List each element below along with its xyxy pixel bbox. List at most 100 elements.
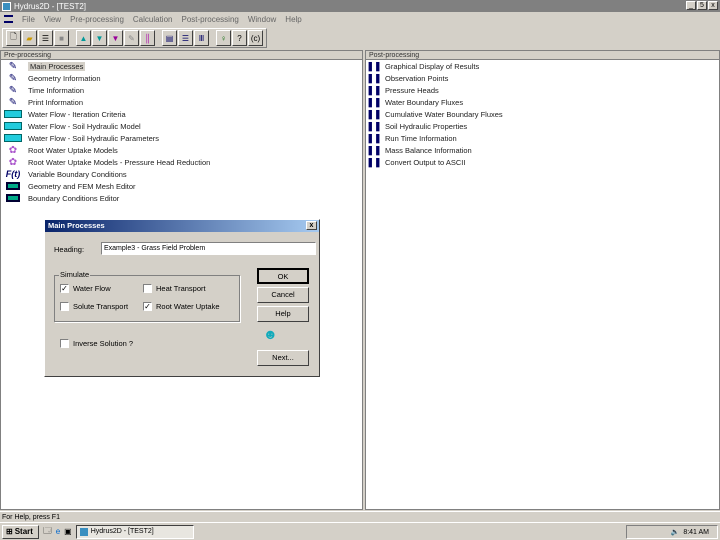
minimize-button[interactable]: _ xyxy=(686,1,696,10)
save-icon[interactable]: ■ xyxy=(54,30,69,46)
new-icon[interactable]: 🗋 xyxy=(6,30,21,46)
tile-horizontal-icon[interactable]: ☰ xyxy=(178,30,193,46)
results-icon[interactable]: ║ xyxy=(140,30,155,46)
pre-item-label: Water Flow - Iteration Criteria xyxy=(28,109,126,119)
pre-item-label: Main Processes xyxy=(28,61,86,71)
menu-bar: File View Pre-processing Calculation Pos… xyxy=(0,12,720,26)
pre-item[interactable]: Boundary Conditions Editor xyxy=(1,192,362,204)
post-item-label: Cumulative Water Boundary Fluxes xyxy=(385,109,503,119)
post-item[interactable]: ❚❚ Water Boundary Fluxes xyxy=(366,96,719,108)
pre-item-label: Variable Boundary Conditions xyxy=(28,169,127,179)
window-title: Hydrus2D - [TEST2] xyxy=(14,1,87,11)
desktop-icon[interactable]: 🗔 xyxy=(43,525,52,539)
water-icon xyxy=(3,109,23,119)
about-button[interactable]: (c) xyxy=(248,30,263,46)
heading-input[interactable]: Example3 - Grass Field Problem xyxy=(101,242,316,255)
results-icon: ❚❚ xyxy=(366,156,382,167)
inverse-solution-checkbox[interactable]: Inverse Solution ? xyxy=(60,339,133,348)
start-button[interactable]: ⊞ Start xyxy=(2,524,39,539)
post-item[interactable]: ❚❚ Mass Balance Information xyxy=(366,144,719,156)
cancel-button[interactable]: Cancel xyxy=(257,287,309,303)
status-bar: For Help, press F1 xyxy=(0,511,720,522)
uptake-icon[interactable]: ▼ xyxy=(92,30,107,46)
post-item[interactable]: ❚❚ Pressure Heads xyxy=(366,84,719,96)
post-item[interactable]: ❚❚ Run Time Information xyxy=(366,132,719,144)
start-label: Start xyxy=(14,527,33,536)
pre-item[interactable]: Water Flow - Soil Hydraulic Parameters xyxy=(1,132,362,144)
pre-item-label: Water Flow - Soil Hydraulic Model xyxy=(28,121,141,131)
pre-item[interactable]: ✎ Geometry Information xyxy=(1,72,362,84)
water-flow-icon[interactable]: ▲ xyxy=(76,30,91,46)
clock: 8:41 AM xyxy=(683,528,709,536)
post-item[interactable]: ❚❚ Graphical Display of Results xyxy=(366,60,719,72)
post-processing-panel: Post-processing ❚❚ Graphical Display of R… xyxy=(365,50,720,510)
post-item-label: Convert Output to ASCII xyxy=(385,157,466,167)
mesh-icon xyxy=(3,193,23,203)
water-flow-checkbox[interactable]: ✓ Water Flow xyxy=(60,284,111,293)
post-item-label: Mass Balance Information xyxy=(385,145,472,155)
windows-logo-icon: ⊞ xyxy=(6,527,13,536)
post-item-label: Observation Points xyxy=(385,73,449,83)
pre-item[interactable]: Geometry and FEM Mesh Editor xyxy=(1,180,362,192)
menu-view[interactable]: View xyxy=(44,15,61,24)
calculate-icon[interactable]: ✎ xyxy=(124,30,139,46)
next-button[interactable]: Next... xyxy=(257,350,309,366)
simulate-group xyxy=(54,275,240,322)
pre-item[interactable]: ✎ Main Processes xyxy=(1,60,362,72)
channels-icon[interactable]: ▣ xyxy=(64,527,72,536)
menu-help[interactable]: Help xyxy=(285,15,301,24)
results-icon: ❚❚ xyxy=(366,144,382,155)
properties-icon[interactable]: ☰ xyxy=(38,30,53,46)
ok-button[interactable]: OK xyxy=(257,268,309,284)
document-menu-icon[interactable] xyxy=(4,15,13,23)
volume-icon[interactable]: 🔈 xyxy=(671,528,680,536)
pre-item-label: Boundary Conditions Editor xyxy=(28,193,120,203)
post-item-label: Water Boundary Fluxes xyxy=(385,97,464,107)
tile-vertical-icon[interactable]: Ⅲ xyxy=(194,30,209,46)
dialog-close-button[interactable]: x xyxy=(306,221,317,230)
cascade-icon[interactable]: ▤ xyxy=(162,30,177,46)
system-tray: 🔈 8:41 AM xyxy=(626,525,718,539)
pre-item[interactable]: ✎ Print Information xyxy=(1,96,362,108)
menu-calculation[interactable]: Calculation xyxy=(133,15,173,24)
results-icon: ❚❚ xyxy=(366,108,382,119)
pre-item[interactable]: F(t) Variable Boundary Conditions xyxy=(1,168,362,180)
solute-transport-checkbox[interactable]: Solute Transport xyxy=(60,302,128,311)
inverse-solution-label: Inverse Solution ? xyxy=(73,339,134,348)
open-icon[interactable]: ▰ xyxy=(22,30,37,46)
heat-transport-checkbox[interactable]: Heat Transport xyxy=(143,284,206,293)
close-button[interactable]: x xyxy=(708,1,718,10)
post-item[interactable]: ❚❚ Convert Output to ASCII xyxy=(366,156,719,168)
post-item-label: Soil Hydraulic Properties xyxy=(385,121,468,131)
post-item[interactable]: ❚❚ Observation Points xyxy=(366,72,719,84)
post-item-label: Run Time Information xyxy=(385,133,457,143)
taskbar-item-label: Hydrus2D - [TEST2] xyxy=(90,528,154,535)
root-water-uptake-checkbox[interactable]: ✓ Root Water Uptake xyxy=(143,302,220,311)
taskbar-item-hydrus[interactable]: Hydrus2D - [TEST2] xyxy=(75,524,194,539)
context-help-icon[interactable]: ? xyxy=(232,30,247,46)
post-item[interactable]: ❚❚ Soil Hydraulic Properties xyxy=(366,120,719,132)
menu-post-processing[interactable]: Post-processing xyxy=(181,15,238,24)
mesh-icon xyxy=(3,181,23,191)
browser-icon[interactable]: e xyxy=(56,527,60,536)
pre-item[interactable]: ✿ Root Water Uptake Models - Pressure Hea… xyxy=(1,156,362,168)
maximize-button[interactable]: 5 xyxy=(697,1,707,10)
pre-item[interactable]: Water Flow - Soil Hydraulic Model xyxy=(1,120,362,132)
results-icon: ❚❚ xyxy=(366,96,382,107)
pre-item[interactable]: ✿ Root Water Uptake Models xyxy=(1,144,362,156)
pencil-icon: ✎ xyxy=(8,72,18,84)
solute-icon[interactable]: ▼ xyxy=(108,30,123,46)
menu-pre-processing[interactable]: Pre-processing xyxy=(70,15,124,24)
post-item[interactable]: ❚❚ Cumulative Water Boundary Fluxes xyxy=(366,108,719,120)
results-icon: ❚❚ xyxy=(366,84,382,95)
water-flow-label: Water Flow xyxy=(73,284,111,293)
root-water-uptake-label: Root Water Uptake xyxy=(156,302,220,311)
pre-item[interactable]: Water Flow - Iteration Criteria xyxy=(1,108,362,120)
menu-window[interactable]: Window xyxy=(248,15,276,24)
help-button[interactable]: Help xyxy=(257,306,309,322)
pre-item-label: Time Information xyxy=(28,85,84,95)
pre-item[interactable]: ✎ Time Information xyxy=(1,84,362,96)
hint-icon[interactable]: ♀ xyxy=(216,30,231,46)
dialog-title-text: Main Processes xyxy=(48,221,105,230)
menu-file[interactable]: File xyxy=(22,15,35,24)
